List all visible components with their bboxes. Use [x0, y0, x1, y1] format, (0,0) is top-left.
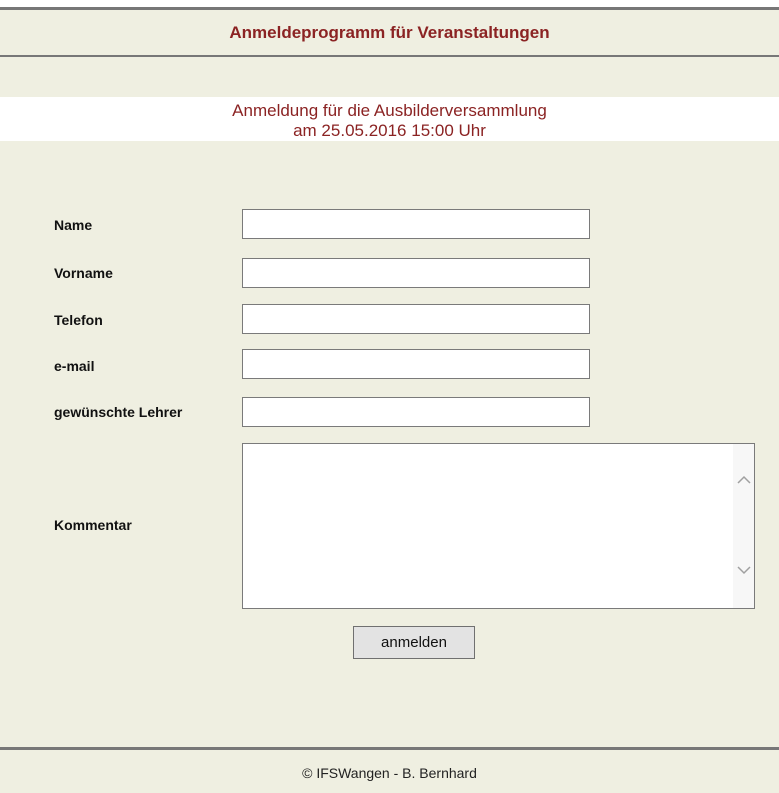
email-label: e-mail	[54, 358, 95, 374]
registration-page: Anmeldeprogramm für Veranstaltungen Anme…	[0, 0, 779, 793]
event-date: am 25.05.2016 15:00 Uhr	[293, 121, 486, 140]
telefon-field[interactable]	[242, 304, 590, 334]
registration-form: Name Vorname Telefon e-mail gewünschte L…	[0, 141, 779, 747]
comment-textarea[interactable]	[243, 444, 733, 608]
footer: © IFSWangen - B. Bernhard	[0, 747, 779, 793]
footer-copyright: © IFSWangen - B. Bernhard	[302, 765, 477, 781]
email-field[interactable]	[242, 349, 590, 379]
anmelden-button[interactable]: anmelden	[353, 626, 475, 659]
event-title: Anmeldung für die Ausbilderversammlung	[232, 101, 547, 120]
lehrer-field[interactable]	[242, 397, 590, 427]
header-bar: Anmeldeprogramm für Veranstaltungen	[0, 7, 779, 57]
vorname-label: Vorname	[54, 265, 113, 281]
event-info: Anmeldung für die Ausbilderversammlung a…	[0, 97, 779, 141]
chevron-down-icon[interactable]	[733, 560, 754, 580]
name-field[interactable]	[242, 209, 590, 239]
vorname-field[interactable]	[242, 258, 590, 288]
name-label: Name	[54, 217, 93, 233]
header-subband	[0, 57, 779, 97]
page-title: Anmeldeprogramm für Veranstaltungen	[229, 23, 550, 42]
telefon-label: Telefon	[54, 312, 103, 328]
chevron-up-icon[interactable]	[733, 470, 754, 490]
comment-scrollbar[interactable]	[733, 444, 754, 608]
kommentar-label: Kommentar	[54, 517, 132, 533]
comment-box	[242, 443, 755, 609]
lehrer-label: gewünschte Lehrer	[54, 404, 183, 420]
